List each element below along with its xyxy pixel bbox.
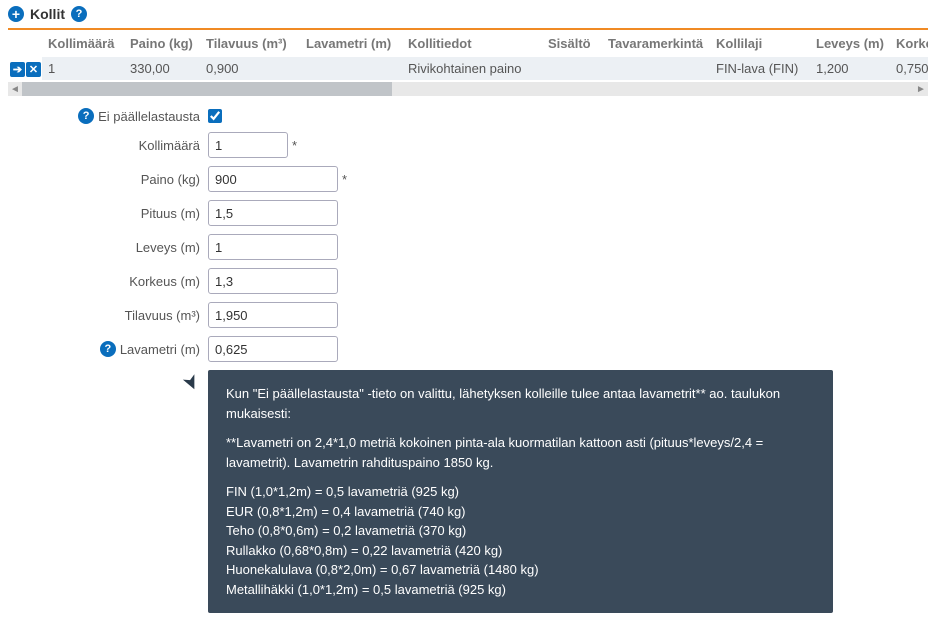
pituus-input[interactable]	[208, 200, 338, 226]
cell-kollilaji: FIN-lava (FIN)	[710, 57, 810, 80]
scroll-left-icon[interactable]: ◄	[8, 82, 22, 96]
kollit-table: Kollimäärä Paino (kg) Tilavuus (m³) Lava…	[8, 30, 928, 96]
row-delete-button[interactable]: ✕	[26, 62, 41, 77]
tooltip-line: FIN (1,0*1,2m) = 0,5 lavametriä (925 kg)	[226, 482, 815, 502]
cell-lavametri	[300, 57, 402, 80]
tooltip-p2: **Lavametri on 2,4*1,0 metriä kokoinen p…	[226, 433, 815, 472]
pituus-label: Pituus (m)	[141, 206, 200, 221]
cell-kollimaara: 1	[42, 57, 124, 80]
col-tavaramerkinta: Tavaramerkintä	[602, 30, 710, 57]
section-title: Kollit	[30, 6, 65, 22]
col-kollilaji: Kollilaji	[710, 30, 810, 57]
cell-sisalto	[542, 57, 602, 80]
cell-tavaramerkinta	[602, 57, 710, 80]
col-sisalto: Sisältö	[542, 30, 602, 57]
ei-paallelastausta-checkbox[interactable]	[208, 109, 222, 123]
help-icon-lavametri[interactable]: ?	[100, 341, 116, 357]
cell-leveys: 1,200	[810, 57, 890, 80]
paino-input[interactable]	[208, 166, 338, 192]
cell-kollitiedot: Rivikohtainen paino	[402, 57, 542, 80]
tooltip-line: Rullakko (0,68*0,8m) = 0,22 lavametriä (…	[226, 541, 815, 561]
korkeus-input[interactable]	[208, 268, 338, 294]
leveys-label: Leveys (m)	[136, 240, 200, 255]
add-kolli-button[interactable]: +	[8, 6, 24, 22]
tilavuus-label: Tilavuus (m³)	[125, 308, 200, 323]
ei-paallelastausta-label: Ei päällelastausta	[98, 109, 200, 124]
help-icon-paallelastausta[interactable]: ?	[78, 108, 94, 124]
col-kollitiedot: Kollitiedot	[402, 30, 542, 57]
tooltip-box: Kun "Ei päällelastausta" -tieto on valit…	[208, 370, 833, 613]
tooltip-line: Metallihäkki (1,0*1,2m) = 0,5 lavametriä…	[226, 580, 815, 600]
cell-paino: 330,00	[124, 57, 200, 80]
paino-label: Paino (kg)	[141, 172, 200, 187]
required-mark: *	[292, 138, 297, 153]
tooltip-line: Teho (0,8*0,6m) = 0,2 lavametriä (370 kg…	[226, 521, 815, 541]
col-lavametri: Lavametri (m)	[300, 30, 402, 57]
cell-tilavuus: 0,900	[200, 57, 300, 80]
col-leveys: Leveys (m)	[810, 30, 890, 57]
korkeus-label: Korkeus (m)	[129, 274, 200, 289]
horizontal-scrollbar[interactable]: ◄ ►	[8, 82, 928, 96]
scrollbar-thumb[interactable]	[22, 82, 392, 96]
tooltip-pointer-icon: ➤	[8, 370, 208, 395]
lavametri-label: Lavametri (m)	[120, 342, 200, 357]
tooltip-line: Huonekalulava (0,8*2,0m) = 0,67 lavametr…	[226, 560, 815, 580]
tooltip-line: EUR (0,8*1,2m) = 0,4 lavametriä (740 kg)	[226, 502, 815, 522]
required-mark: *	[342, 172, 347, 187]
lavametri-input[interactable]	[208, 336, 338, 362]
scroll-right-icon[interactable]: ►	[914, 82, 928, 96]
leveys-input[interactable]	[208, 234, 338, 260]
col-korkeus: Korkeus	[890, 30, 928, 57]
col-tilavuus: Tilavuus (m³)	[200, 30, 300, 57]
tooltip-p1: Kun "Ei päällelastausta" -tieto on valit…	[226, 384, 815, 423]
kollimaara-input[interactable]	[208, 132, 288, 158]
col-kollimaara: Kollimäärä	[42, 30, 124, 57]
table-row[interactable]: ➔✕ 1 330,00 0,900 Rivikohtainen paino FI…	[8, 57, 928, 80]
cell-korkeus: 0,750	[890, 57, 928, 80]
kollimaara-label: Kollimäärä	[139, 138, 200, 153]
help-icon[interactable]: ?	[71, 6, 87, 22]
col-paino: Paino (kg)	[124, 30, 200, 57]
row-edit-button[interactable]: ➔	[10, 62, 25, 77]
tilavuus-input[interactable]	[208, 302, 338, 328]
